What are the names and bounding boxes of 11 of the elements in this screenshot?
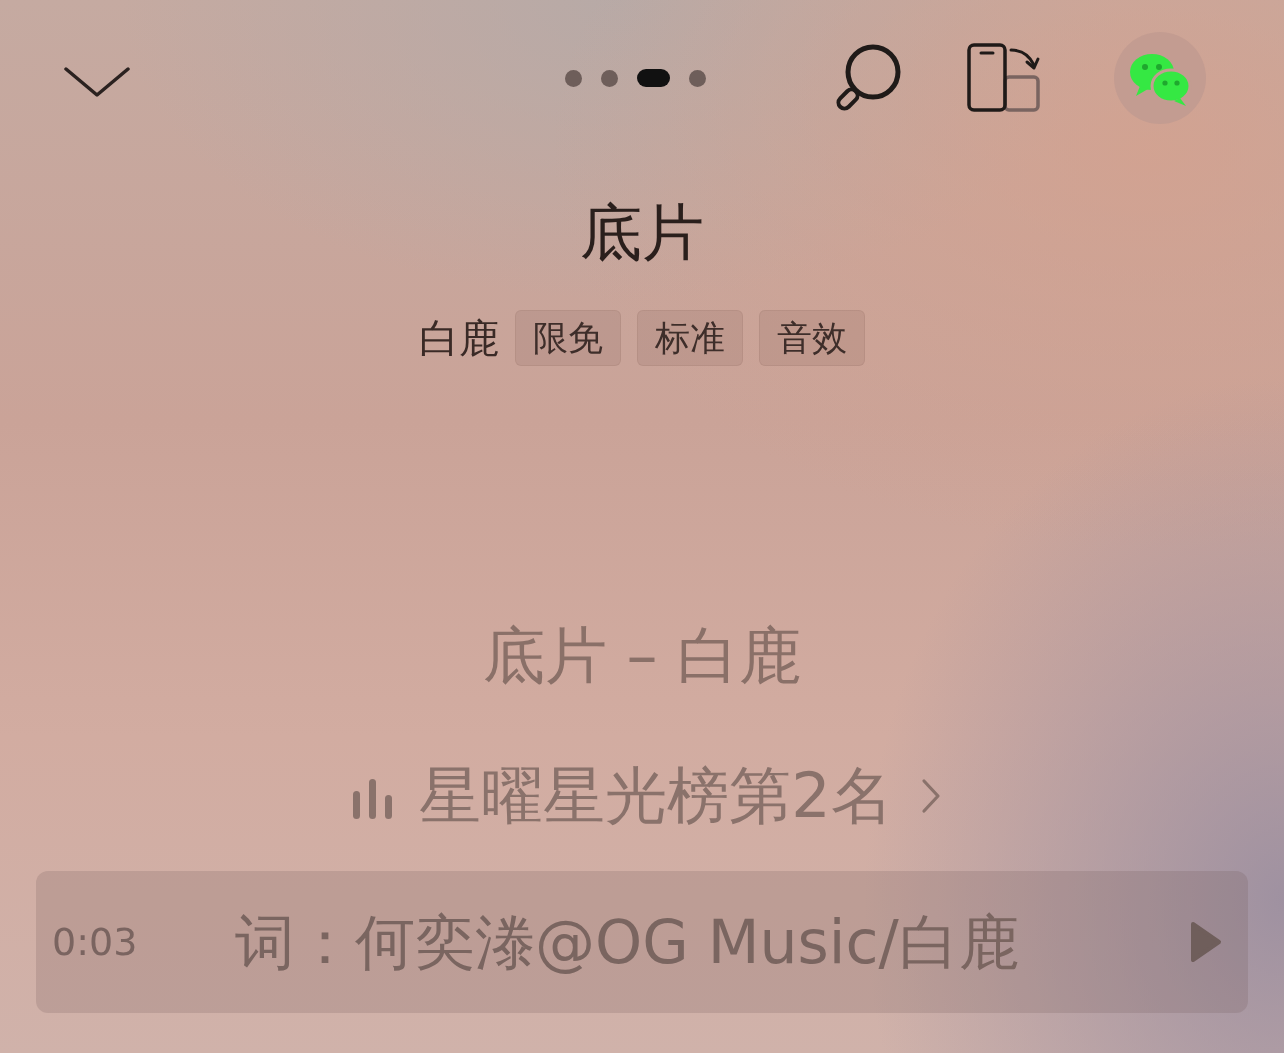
- bars-icon: [353, 777, 394, 819]
- playback-time: 0:03: [52, 920, 135, 964]
- lyric-line: 底片 – 白鹿: [482, 618, 802, 694]
- artist-name[interactable]: 白鹿: [419, 310, 499, 366]
- rotate-screen-icon[interactable]: [967, 43, 1041, 113]
- song-title: 底片: [580, 196, 704, 270]
- chevron-down-icon[interactable]: [64, 67, 130, 97]
- song-tag[interactable]: 限免: [515, 310, 621, 366]
- lyric-text: 词：何奕漛@OG Music/白鹿: [235, 906, 1020, 979]
- song-tag[interactable]: 音效: [759, 310, 865, 366]
- song-tag[interactable]: 标准: [637, 310, 743, 366]
